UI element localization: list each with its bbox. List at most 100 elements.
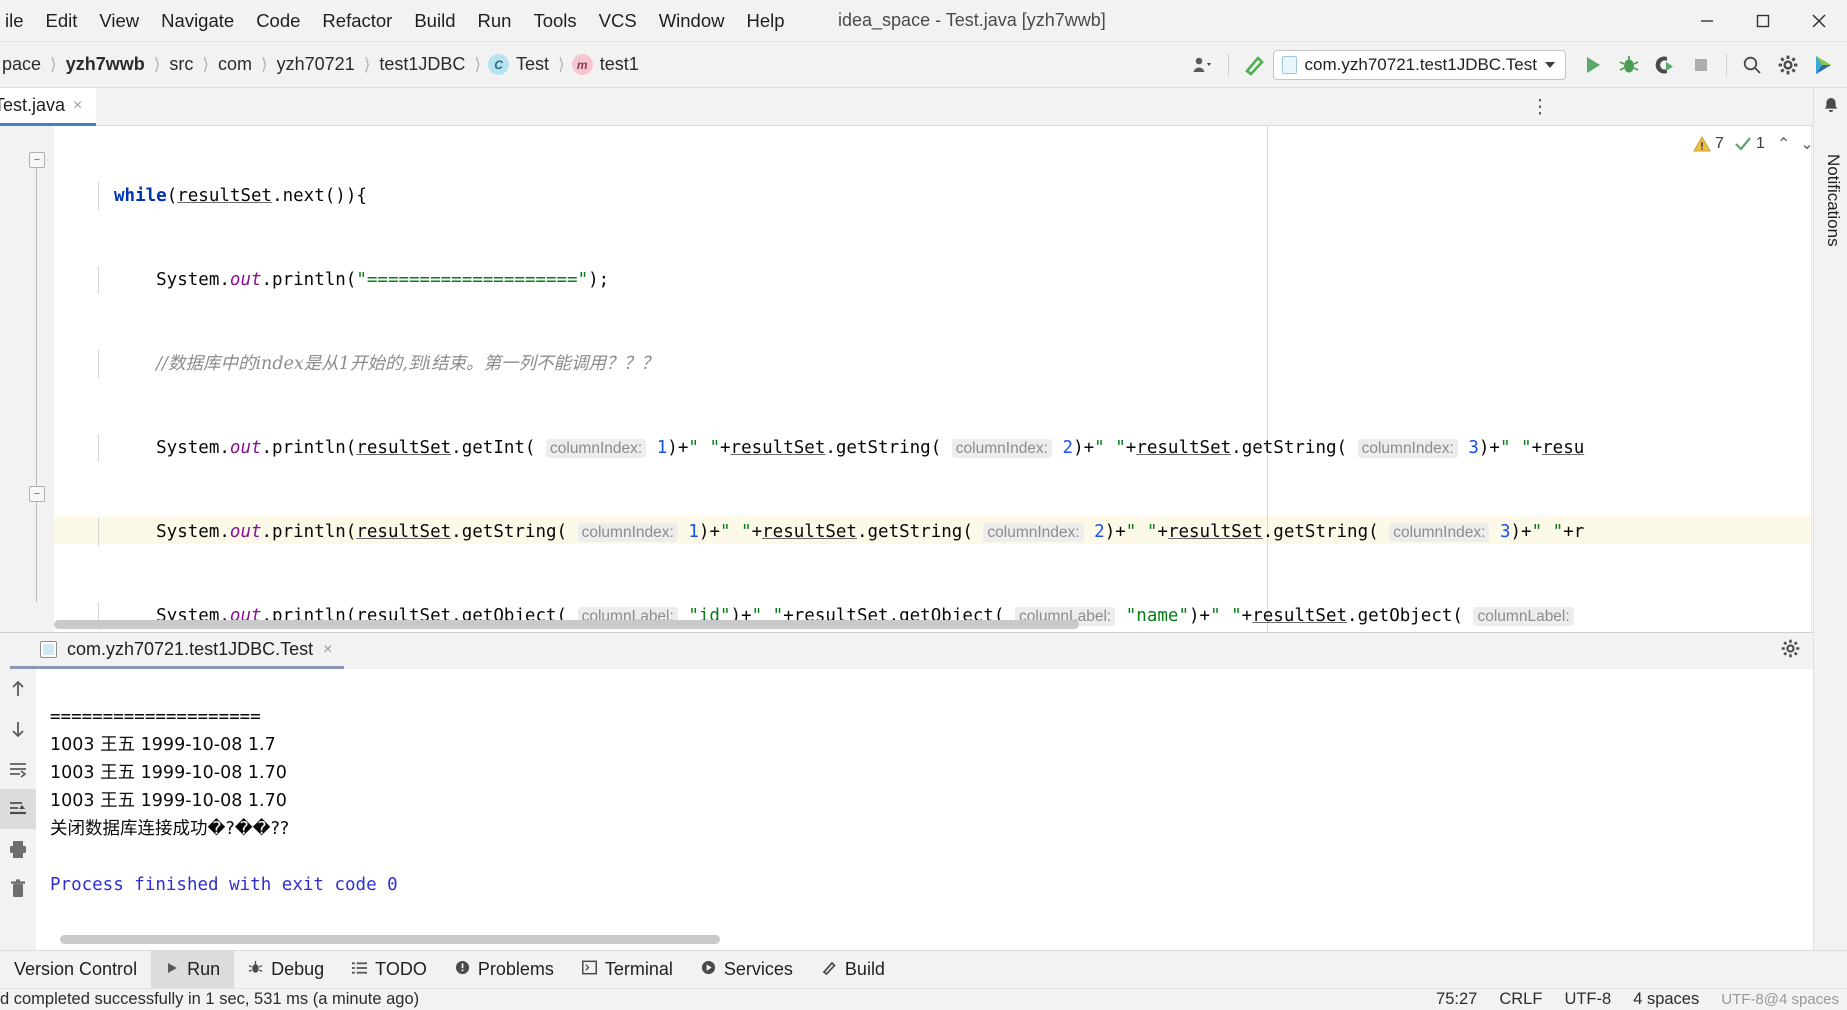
breadcrumb-item-test1-method[interactable]: m test1 — [571, 54, 641, 75]
editor-tab-bar: Test.java × ⋮ — [0, 88, 1847, 126]
settings-gear-icon[interactable] — [1771, 48, 1805, 82]
indent-setting[interactable]: 4 spaces — [1633, 990, 1699, 1009]
console-horizontal-scrollbar[interactable] — [60, 935, 720, 944]
search-everywhere-icon[interactable] — [1735, 48, 1769, 82]
run-window-header: com.yzh70721.test1JDBC.Test × — [0, 633, 1847, 669]
tool-button-todo[interactable]: TODO — [338, 951, 441, 989]
file-encoding[interactable]: UTF-8 — [1564, 990, 1611, 1009]
menu-build[interactable]: Build — [403, 7, 466, 35]
code-content[interactable]: while(resultSet.next()){ System.out.prin… — [54, 126, 1811, 632]
breadcrumb-label: pace — [2, 54, 42, 74]
editor-options-icon[interactable]: ⋮ — [1529, 96, 1551, 118]
clear-all-button[interactable] — [0, 869, 36, 909]
tool-button-debug[interactable]: Debug — [234, 951, 338, 989]
menu-run[interactable]: Run — [466, 7, 522, 35]
scroll-up-button[interactable] — [0, 669, 36, 709]
toolbar-divider — [1726, 54, 1727, 76]
minimize-button[interactable] — [1679, 0, 1735, 42]
terminal-icon — [581, 959, 597, 980]
ide-assistant-icon[interactable] — [1807, 48, 1841, 82]
tool-button-services[interactable]: Services — [687, 951, 807, 989]
breadcrumb-separator: ⟩ — [363, 54, 371, 74]
menu-view[interactable]: View — [88, 7, 150, 35]
fold-marker-while[interactable]: − — [29, 152, 45, 168]
close-button[interactable] — [1791, 0, 1847, 42]
close-icon[interactable]: × — [323, 641, 332, 659]
toolbar-divider — [1227, 54, 1229, 76]
tool-button-problems[interactable]: Problems — [441, 951, 568, 989]
console-line: ==================== — [50, 707, 261, 727]
scroll-down-button[interactable] — [0, 709, 36, 749]
run-configuration-selector[interactable]: com.yzh70721.test1JDBC.Test — [1272, 50, 1566, 80]
menu-navigate[interactable]: Navigate — [150, 7, 245, 35]
breadcrumb-item-pace[interactable]: pace — [0, 54, 43, 75]
class-file-icon — [1281, 56, 1297, 74]
editor-horizontal-scrollbar[interactable] — [54, 620, 1079, 629]
build-icon — [821, 959, 837, 980]
soft-wrap-button[interactable] — [0, 749, 36, 789]
editor-gutter[interactable]: − − — [0, 126, 54, 632]
tool-label: Build — [844, 959, 885, 979]
run-tab-test[interactable]: com.yzh70721.test1JDBC.Test × — [10, 633, 345, 669]
watermark: UTF-8@4 spaces — [1721, 991, 1839, 1008]
menu-vcs[interactable]: VCS — [588, 7, 648, 35]
stop-button[interactable] — [1684, 48, 1718, 82]
tool-button-version-control[interactable]: Version Control — [0, 951, 151, 989]
menu-code[interactable]: Code — [245, 7, 311, 35]
run-with-coverage-button[interactable] — [1648, 48, 1682, 82]
tool-button-build[interactable]: Build — [807, 951, 899, 989]
gear-icon[interactable] — [1780, 638, 1801, 664]
breadcrumb-item-com[interactable]: com — [216, 54, 254, 75]
tool-label: Debug — [271, 959, 325, 979]
warning-count: 7 — [1715, 135, 1724, 152]
print-button[interactable] — [0, 829, 36, 869]
services-icon — [701, 959, 716, 980]
tool-button-run[interactable]: Run — [151, 950, 235, 989]
tool-label: Version Control — [14, 959, 138, 979]
breadcrumb-label: Test — [516, 54, 550, 74]
menu-help[interactable]: Help — [736, 7, 796, 35]
menu-window[interactable]: Window — [648, 7, 736, 35]
tool-label: Services — [723, 959, 793, 979]
inspection-summary[interactable]: 7 1 ⌃ ⌄ — [1693, 134, 1814, 154]
menu-edit[interactable]: Edit — [35, 7, 89, 35]
breadcrumb-item-test-class[interactable]: C Test — [488, 54, 551, 75]
method-icon: m — [571, 54, 593, 75]
console-output[interactable]: ==================== 1003 王五 1999-10-08 … — [36, 669, 1847, 950]
build-hammer-icon[interactable] — [1237, 48, 1271, 82]
menu-tools[interactable]: Tools — [522, 7, 587, 35]
caret-position[interactable]: 75:27 — [1436, 990, 1477, 1009]
editor-tab-test-java[interactable]: Test.java × — [0, 88, 97, 126]
breadcrumb-separator: ⟩ — [153, 54, 161, 74]
next-problem-icon[interactable]: ⌄ — [1800, 134, 1813, 154]
close-icon[interactable]: × — [73, 97, 82, 115]
notifications-label[interactable]: Notifications — [1823, 154, 1843, 247]
code-line: System.out.println("====================… — [54, 266, 1811, 294]
fold-marker-method[interactable]: − — [29, 486, 45, 502]
bell-icon[interactable] — [1821, 96, 1841, 121]
tool-label: Run — [187, 959, 221, 979]
breadcrumb-item-project[interactable]: yzh7wwb — [64, 54, 147, 75]
run-button[interactable] — [1576, 48, 1610, 82]
menu-refactor[interactable]: Refactor — [311, 7, 403, 35]
debug-button[interactable] — [1612, 48, 1646, 82]
breadcrumb-item-yzh70721[interactable]: yzh70721 — [275, 54, 357, 75]
code-editor[interactable]: − − while(resultSet.next()){ System.out.… — [0, 126, 1811, 632]
tool-button-terminal[interactable]: Terminal — [568, 951, 687, 989]
maximize-button[interactable] — [1735, 0, 1791, 42]
line-separator[interactable]: CRLF — [1499, 990, 1542, 1009]
breadcrumb-separator: ⟩ — [50, 54, 57, 74]
scroll-to-end-button[interactable] — [0, 789, 36, 829]
breadcrumb-item-test1jdbc[interactable]: test1JDBC — [377, 54, 467, 75]
breadcrumb-label: com — [217, 54, 252, 74]
breadcrumb-item-src[interactable]: src — [167, 54, 195, 75]
class-icon: C — [488, 54, 510, 75]
prev-problem-icon[interactable]: ⌃ — [1777, 134, 1790, 154]
tool-window-bar: Version Control Run Debug TODO Problems … — [0, 950, 1847, 989]
menu-file[interactable]: ile — [0, 7, 35, 35]
breadcrumb-label: test1JDBC — [379, 54, 466, 74]
console-toolbar — [0, 669, 36, 951]
todo-icon — [352, 959, 368, 980]
profile-selector-button[interactable] — [1186, 48, 1220, 82]
code-comment: //数据库中的index是从1开始的,到i结束。第一列不能调用？？？ — [156, 354, 659, 374]
